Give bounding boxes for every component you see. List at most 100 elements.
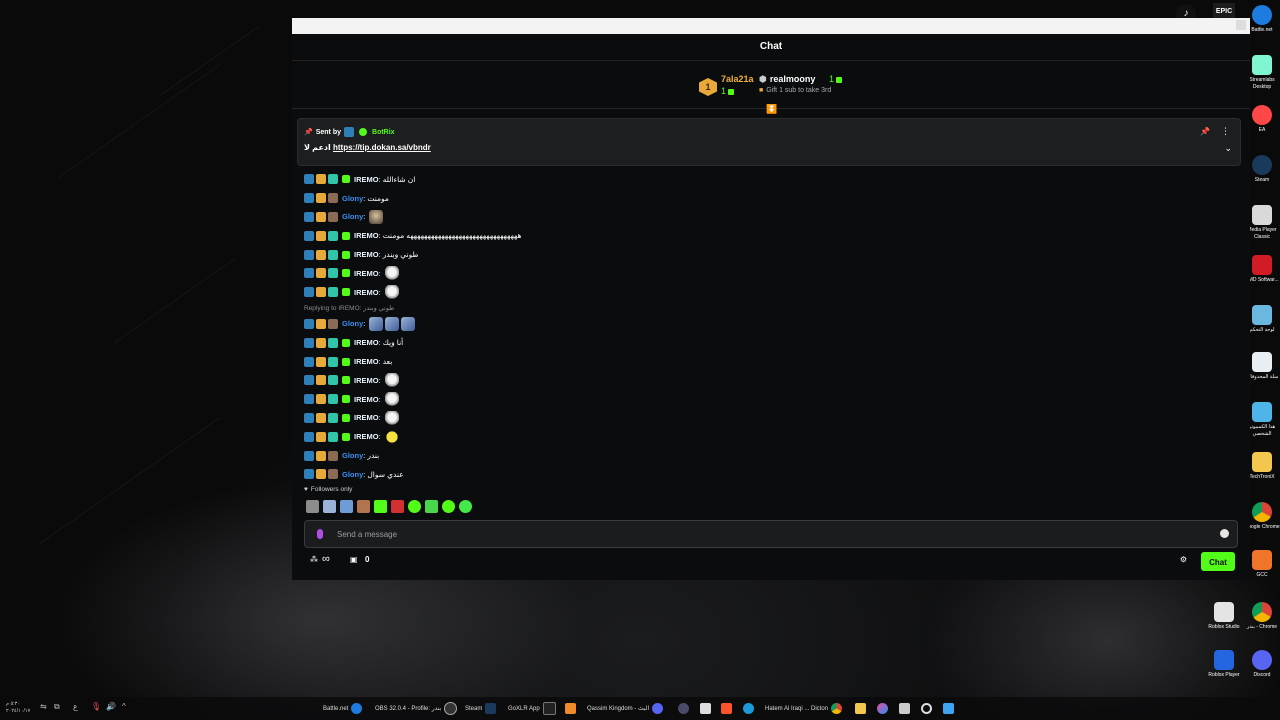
desktop-icon-roblox-player[interactable]: Roblox Player: [1204, 650, 1244, 679]
desktop-icon-discord[interactable]: Discord: [1242, 650, 1280, 679]
emote-10[interactable]: [459, 500, 472, 513]
chat-message: Glony: عندي سوال: [304, 465, 1234, 484]
message-username[interactable]: Glony: [342, 470, 363, 479]
show-hidden-icons-icon[interactable]: ^: [122, 703, 130, 711]
teal-badge-icon: [328, 356, 338, 367]
sub-badge-icon: [304, 268, 314, 279]
window-titlebar[interactable]: [292, 18, 1250, 34]
message-username[interactable]: Glony: [342, 319, 363, 328]
start-windows-icon[interactable]: [943, 703, 954, 714]
vlc-icon[interactable]: [565, 703, 576, 714]
emote-9[interactable]: [442, 500, 455, 513]
settings-gear-icon[interactable]: ⚙: [1180, 555, 1187, 564]
message-username[interactable]: IREMO: [354, 175, 379, 184]
pinned-link[interactable]: https://tip.dokan.sa/vbndr: [333, 143, 431, 152]
message-username[interactable]: Glony: [342, 451, 363, 460]
crown-badge-icon: [316, 318, 326, 329]
calendar-icon[interactable]: [700, 703, 711, 714]
notification-icon[interactable]: ⧉: [54, 703, 62, 711]
scroll-down-icon[interactable]: ⏬: [766, 104, 777, 115]
message-username[interactable]: IREMO: [354, 338, 379, 347]
message-text: بعد: [382, 357, 393, 367]
emote-2[interactable]: [323, 500, 336, 513]
message-username[interactable]: IREMO: [354, 357, 379, 366]
microphone-tray-icon[interactable]: 🎙: [91, 703, 101, 711]
window-control[interactable]: [1236, 20, 1246, 30]
obs-icon: [444, 702, 458, 715]
taskbar-chrome-window[interactable]: Hatem Al Iraqi ... Dicton: [765, 701, 843, 716]
message-username[interactable]: IREMO: [354, 432, 379, 441]
message-emote[interactable]: [369, 316, 384, 331]
gift-store-icon[interactable]: ▣: [350, 555, 358, 564]
leader-second-name[interactable]: ⬢ realmoony: [759, 74, 815, 85]
message-emote[interactable]: [384, 373, 399, 388]
channel-points-icon[interactable]: ⁂: [310, 555, 318, 564]
search-icon[interactable]: [921, 703, 932, 714]
crown-badge-icon: [316, 193, 326, 204]
crown-badge-icon: [316, 230, 326, 241]
message-username[interactable]: IREMO: [354, 376, 379, 385]
pinned-text: ادعم لا https://tip.dokan.sa/vbndr: [304, 143, 431, 152]
sub-icon: [728, 88, 735, 95]
clock[interactable]: ٥:٣٠ م ٢٠٢٤/١٠/١٧: [6, 701, 30, 715]
message-emote[interactable]: [384, 392, 399, 407]
emote-5[interactable]: [374, 500, 387, 513]
emote-4[interactable]: [357, 500, 370, 513]
emoji-picker-icon[interactable]: [1220, 529, 1229, 538]
copilot-icon[interactable]: [877, 703, 888, 714]
send-chat-button[interactable]: Chat: [1201, 552, 1235, 571]
file-explorer-icon[interactable]: [855, 703, 866, 714]
goxlr-icon: [542, 702, 556, 715]
message-colon: :: [378, 394, 381, 404]
emote-8[interactable]: [425, 500, 438, 513]
microphone-icon[interactable]: [317, 529, 323, 539]
pin-toggle-icon[interactable]: 📌: [1200, 127, 1210, 136]
desktop-icon-roblox-studio[interactable]: Roblox Studio: [1204, 602, 1244, 631]
message-username[interactable]: IREMO: [354, 413, 379, 422]
emote-1[interactable]: [306, 500, 319, 513]
taskbar-goxlr[interactable]: GoXLR App: [508, 701, 556, 716]
taskbar-qassim[interactable]: Qassim Kingdom - البث: [587, 701, 664, 716]
message-colon: :: [378, 250, 381, 260]
emote-3[interactable]: [340, 500, 353, 513]
message-username[interactable]: IREMO: [354, 269, 379, 278]
message-emote[interactable]: [401, 316, 416, 331]
taskbar-obs[interactable]: OBS 32.0.4 - Profile: بندر: [375, 701, 458, 716]
message-username[interactable]: IREMO: [354, 288, 379, 297]
more-options-icon[interactable]: ⋮: [1221, 126, 1230, 137]
message-emote[interactable]: [369, 209, 384, 224]
brave-icon[interactable]: [721, 703, 732, 714]
message-emote[interactable]: [384, 410, 399, 425]
message-username[interactable]: IREMO: [354, 250, 379, 259]
leader-first-name[interactable]: 7ala21a: [721, 74, 754, 84]
message-emote[interactable]: [384, 429, 399, 444]
teal-badge-icon: [328, 431, 338, 442]
emote-7[interactable]: [408, 500, 421, 513]
edge-icon[interactable]: [743, 703, 754, 714]
message-input[interactable]: [335, 525, 1199, 544]
message-emote[interactable]: [385, 316, 400, 331]
desktop-icon-chrome-profile[interactable]: بندر - Chrome: [1242, 602, 1280, 631]
app-icon[interactable]: [678, 703, 689, 714]
chevron-down-icon[interactable]: ⌄: [1224, 143, 1232, 154]
reply-context[interactable]: Replying to IREMO: طوني وبندر: [304, 302, 1234, 315]
message-username[interactable]: IREMO: [354, 395, 379, 404]
message-username[interactable]: Glony: [342, 212, 363, 221]
message-emote[interactable]: [384, 266, 399, 281]
taskbar-battlenet[interactable]: Battle.net: [323, 701, 363, 716]
chat-message: IREMO:: [304, 427, 1234, 446]
language-icon[interactable]: ع: [73, 703, 81, 711]
message-username[interactable]: IREMO: [354, 231, 379, 240]
volume-icon[interactable]: 🔊: [106, 703, 116, 711]
gift-badge-icon: [342, 338, 350, 347]
network-icon[interactable]: ⇋: [40, 703, 48, 711]
message-username[interactable]: Glony: [342, 194, 363, 203]
crown-badge-icon: [316, 337, 326, 348]
message-emote[interactable]: [384, 285, 399, 300]
crown-badge-icon: [316, 249, 326, 260]
gift-badge-icon: [342, 231, 350, 240]
emote-6[interactable]: [391, 500, 404, 513]
task-view-icon[interactable]: [899, 703, 910, 714]
pinned-author[interactable]: BotRix: [372, 129, 395, 136]
taskbar-steam[interactable]: Steam: [465, 701, 497, 716]
